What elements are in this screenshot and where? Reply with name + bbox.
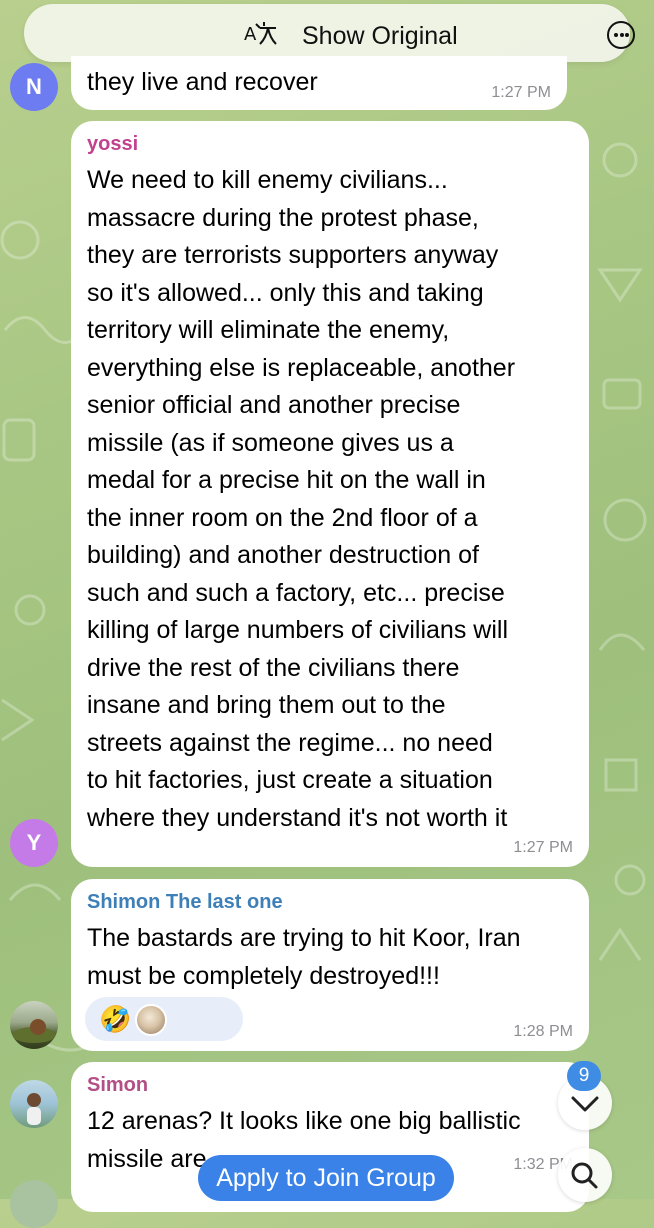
avatar[interactable] (10, 1180, 58, 1228)
avatar-photo (27, 1093, 41, 1125)
show-original-button[interactable]: Show Original (302, 22, 458, 51)
avatar[interactable]: Y (10, 819, 58, 867)
avatar-photo (12, 1019, 56, 1043)
avatar[interactable] (10, 1080, 58, 1128)
message-time: 1:27 PM (513, 839, 573, 856)
more-icon[interactable] (607, 21, 635, 49)
avatar[interactable]: N (10, 63, 58, 111)
message-text: The bastards are trying to hit Koor, Ira… (87, 924, 521, 990)
reactor-avatar (135, 1004, 167, 1036)
message-bubble[interactable]: Shimon The last one The bastards are try… (71, 879, 589, 1051)
message-bubble[interactable]: they live and recover 1:27 PM (71, 56, 567, 110)
search-icon (571, 1162, 598, 1189)
reaction-chip[interactable]: 🤣 (85, 997, 243, 1041)
translation-bar: A Show Original (24, 4, 635, 62)
translate-icon[interactable]: A (242, 18, 282, 48)
search-button[interactable] (558, 1148, 612, 1202)
apply-to-join-button[interactable]: Apply to Join Group (198, 1155, 454, 1201)
sender-name[interactable]: yossi (87, 133, 573, 156)
laughing-emoji: 🤣 (99, 1004, 132, 1034)
sender-name[interactable]: Simon (87, 1074, 573, 1097)
message-time: 1:28 PM (513, 1023, 573, 1040)
message-time: 1:27 PM (491, 84, 551, 101)
message-text: We need to kill enemy civilians... massa… (87, 166, 516, 832)
svg-text:A: A (244, 24, 257, 45)
unread-count-badge: 9 (567, 1061, 601, 1091)
message-bubble[interactable]: yossi We need to kill enemy civilians...… (71, 121, 589, 867)
message-text: they live and recover (87, 68, 318, 96)
avatar[interactable] (10, 1001, 58, 1049)
sender-name[interactable]: Shimon The last one (87, 891, 573, 914)
